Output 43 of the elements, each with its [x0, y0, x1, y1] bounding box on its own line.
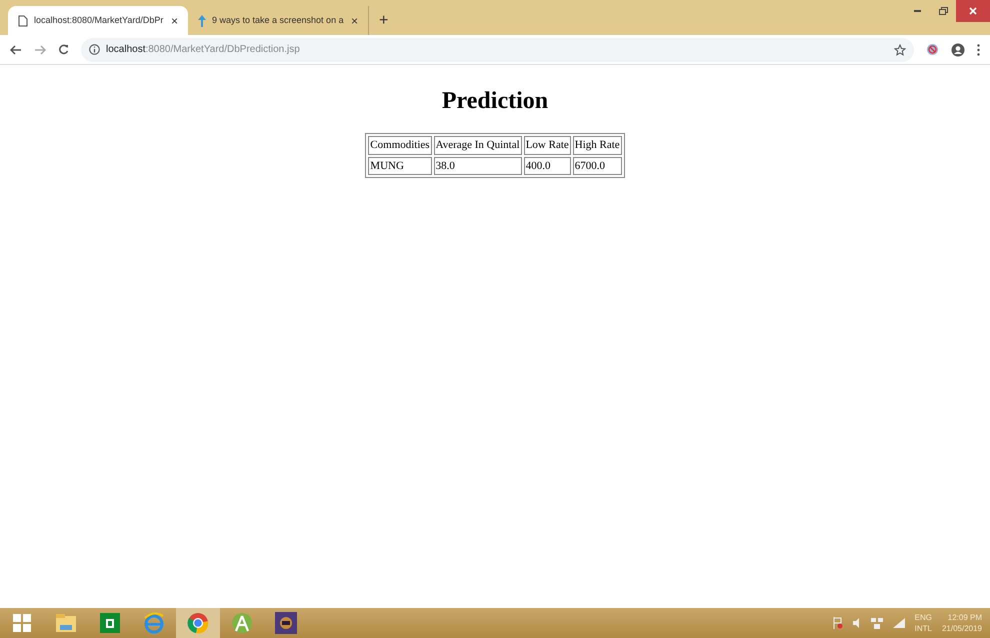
forward-icon[interactable]: [34, 44, 46, 54]
column-header: Commodities: [368, 136, 432, 154]
column-header: Average In Quintal: [434, 136, 522, 154]
close-icon: [969, 7, 977, 15]
back-icon[interactable]: [10, 44, 22, 54]
app-icon: [275, 612, 297, 634]
url-text: localhost:8080/MarketYard/DbPrediction.jsp: [106, 43, 300, 57]
windows-icon: [13, 614, 31, 632]
arrow-up-icon: [198, 14, 206, 26]
speaker-icon[interactable]: [852, 618, 861, 628]
more-icon[interactable]: [977, 44, 980, 56]
column-header: High Rate: [572, 136, 622, 154]
tray-flag-icon[interactable]: [832, 617, 843, 629]
reload-icon[interactable]: [58, 44, 69, 55]
restore-icon: [938, 7, 948, 15]
close-tab-button[interactable]: ×: [170, 14, 178, 26]
network-icon[interactable]: [870, 618, 883, 628]
table-cell: MUNG: [368, 156, 432, 175]
info-icon: [89, 44, 100, 55]
signal-icon[interactable]: [892, 618, 905, 628]
chrome-icon: [187, 612, 209, 634]
star-icon[interactable]: [894, 44, 906, 56]
browser-tab[interactable]: 9 ways to take a screenshot on a ×: [188, 6, 368, 35]
tab-title: 9 ways to take a screenshot on a: [212, 14, 345, 27]
minimize-icon: [914, 10, 920, 12]
table-cell: 6700.0: [572, 156, 622, 175]
android-studio-icon: [231, 612, 253, 634]
tab-title: localhost:8080/MarketYard/DbPr: [34, 14, 164, 27]
blocked-icon[interactable]: [926, 43, 939, 56]
account-icon[interactable]: [951, 42, 965, 56]
close-window-button[interactable]: [956, 0, 990, 22]
column-header: Low Rate: [524, 136, 571, 154]
shopping-bag-icon: [100, 613, 120, 633]
close-tab-button[interactable]: ×: [350, 14, 358, 26]
browser-e-icon: [143, 612, 165, 634]
table-cell: 38.0: [434, 156, 522, 175]
taskbar-app-button[interactable]: [176, 608, 220, 638]
folder-icon: [55, 613, 77, 633]
browser-tab[interactable]: localhost:8080/MarketYard/DbPr ×: [8, 6, 188, 35]
page-icon: [18, 14, 28, 26]
table-cell: 400.0: [524, 156, 571, 175]
address-bar[interactable]: localhost:8080/MarketYard/DbPrediction.jsp: [81, 38, 914, 62]
page-heading: Prediction: [442, 87, 548, 116]
